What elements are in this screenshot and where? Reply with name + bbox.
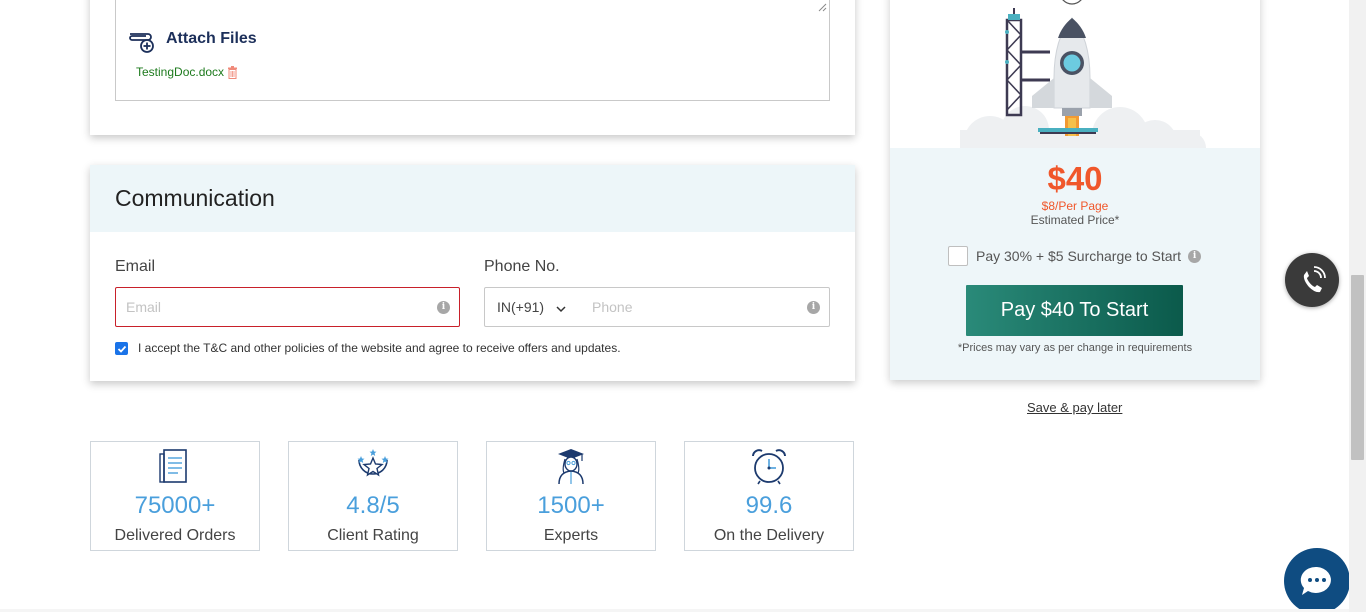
price-disclaimer: *Prices may vary as per change in requir… [957,342,1193,354]
requirements-textarea[interactable]: Attach Files TestingDoc.docx [115,0,830,101]
stat-experts: 1500+ Experts [486,441,656,551]
phone-field[interactable] [580,288,829,326]
call-button[interactable] [1285,253,1339,307]
stat-value: 75000+ [134,492,216,519]
attached-file: TestingDoc.docx [136,65,238,79]
info-icon[interactable]: i [1188,249,1202,263]
attach-files-label: Attach Files [166,30,257,47]
price-per-page: $8/Per Page [1041,199,1109,213]
stat-value: 4.8/5 [346,492,400,519]
communication-title: Communication [115,185,275,211]
email-label: Email [115,258,156,275]
country-code-value: IN(+91) [497,299,545,315]
chat-button[interactable] [1284,548,1350,612]
estimated-price: $40 [1047,160,1103,197]
checkmark-icon [117,345,126,353]
resize-grip-icon[interactable] [817,2,827,12]
stat-label: On the Delivery [713,527,825,544]
rocket-icon [960,0,1206,148]
star-rating-icon [357,449,389,477]
phone-field-wrapper: IN(+91) i [484,287,830,327]
stat-label: Client Rating [327,527,419,544]
alarm-clock-icon [752,449,786,485]
stat-value: 99.6 [745,492,793,519]
surcharge-option: Pay 30% + $5 Surcharge to Start i [948,246,1202,266]
stat-label: Experts [543,527,599,544]
attach-files-card: Attach Files TestingDoc.docx [90,0,855,135]
chevron-down-icon [556,306,566,313]
chat-bubble-icon [1300,566,1331,595]
surcharge-checkbox[interactable] [948,246,968,266]
terms-row: I accept the T&C and other policies of t… [115,340,621,355]
info-icon[interactable]: i [807,301,820,314]
price-summary-card: $40 $8/Per Page Estimated Price* Pay 30%… [890,0,1260,380]
email-field[interactable] [116,288,459,326]
stat-label: Delivered Orders [114,527,236,544]
attach-files-button[interactable]: Attach Files [126,28,257,56]
page: Attach Files TestingDoc.docx Communicati… [0,0,1366,612]
info-icon[interactable]: i [437,301,450,314]
stat-on-delivery: 99.6 On the Delivery [684,441,854,551]
stat-client-rating: 4.8/5 Client Rating [288,441,458,551]
terms-checkbox[interactable] [115,342,128,355]
stat-value: 1500+ [537,492,605,519]
phone-label: Phone No. [484,258,560,275]
trash-icon[interactable] [227,65,238,79]
file-name: TestingDoc.docx [136,65,225,79]
page-scrollbar[interactable] [1349,0,1366,612]
phone-call-icon [1303,266,1326,293]
surcharge-text: Pay 30% + $5 Surcharge to Start [976,248,1182,264]
paperclip-add-icon [129,33,154,53]
email-field-wrapper: i [115,287,460,327]
graduate-icon [558,449,584,485]
stat-delivered-orders: 75000+ Delivered Orders [90,441,260,551]
save-pay-later-link[interactable]: Save & pay later [1027,400,1122,415]
pay-to-start-button[interactable]: Pay $40 To Start [966,285,1183,336]
document-icon [159,449,187,483]
communication-header: Communication [90,165,855,232]
rocket-illustration [890,0,1260,148]
communication-card: Communication Email i Phone No. IN(+91) … [90,165,855,381]
scrollbar-thumb[interactable] [1351,275,1364,460]
estimated-price-label: Estimated Price* [1030,213,1120,227]
terms-text: I accept the T&C and other policies of t… [138,340,621,355]
country-code-select[interactable]: IN(+91) [485,299,580,315]
